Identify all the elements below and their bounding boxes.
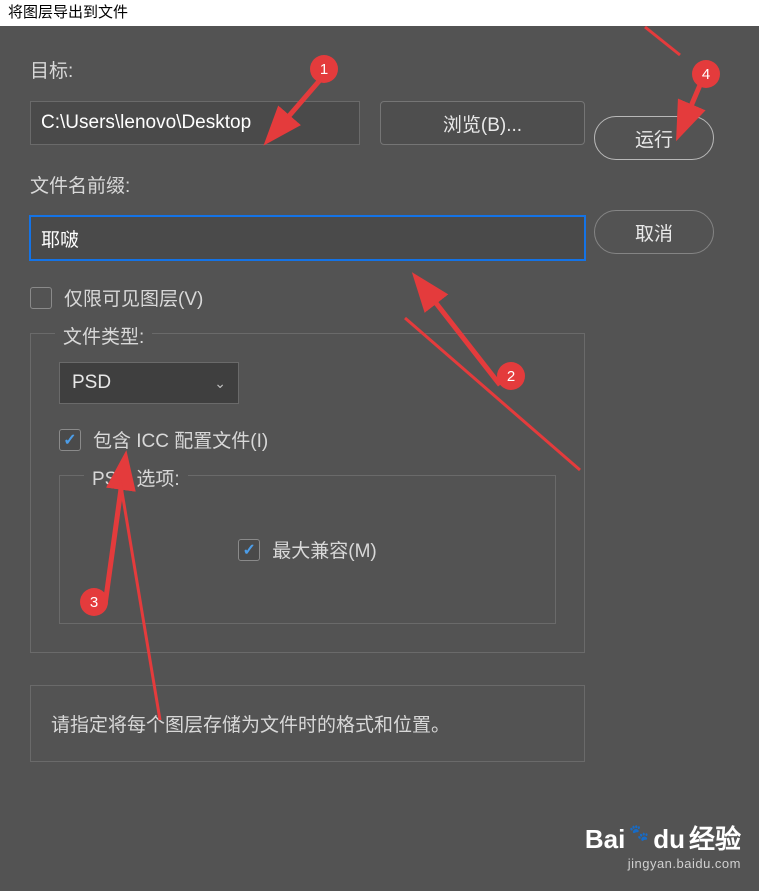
- browse-button[interactable]: 浏览(B)...: [380, 101, 585, 145]
- target-path-input[interactable]: [30, 101, 360, 145]
- file-type-legend: 文件类型:: [55, 322, 152, 349]
- annotation-marker-2: 2: [497, 362, 525, 390]
- annotation-marker-3: 3: [80, 588, 108, 616]
- right-panel: 运行 取消: [594, 56, 724, 278]
- watermark-brand2: du: [653, 824, 685, 855]
- max-compat-row: 最大兼容(M): [88, 536, 527, 563]
- psd-options-fieldset: PSD 选项: 最大兼容(M): [59, 475, 556, 624]
- watermark-url: jingyan.baidu.com: [585, 856, 741, 871]
- icc-label: 包含 ICC 配置文件(I): [93, 426, 268, 453]
- annotation-marker-4: 4: [692, 60, 720, 88]
- visible-only-checkbox[interactable]: [30, 287, 52, 309]
- prefix-label: 文件名前缀:: [30, 171, 585, 198]
- cancel-button[interactable]: 取消: [594, 210, 714, 254]
- icc-row: 包含 ICC 配置文件(I): [59, 426, 556, 453]
- max-compat-checkbox[interactable]: [238, 539, 260, 561]
- run-button[interactable]: 运行: [594, 116, 714, 160]
- prefix-input[interactable]: [30, 216, 585, 260]
- watermark-brand: Bai: [585, 824, 625, 855]
- visible-only-label: 仅限可见图层(V): [64, 284, 203, 311]
- left-panel: 目标: 浏览(B)... 文件名前缀: 仅限可见图层(V) 文件类型: PSD …: [30, 56, 585, 762]
- file-type-value: PSD: [72, 372, 111, 394]
- target-label: 目标:: [30, 56, 585, 83]
- dialog-body: 目标: 浏览(B)... 文件名前缀: 仅限可见图层(V) 文件类型: PSD …: [0, 26, 759, 86]
- annotation-marker-1: 1: [310, 55, 338, 83]
- icc-checkbox[interactable]: [59, 429, 81, 451]
- psd-options-legend: PSD 选项:: [84, 464, 188, 491]
- dialog-title: 将图层导出到文件: [0, 0, 759, 26]
- footer-instructions: 请指定将每个图层存储为文件时的格式和位置。: [30, 685, 585, 762]
- max-compat-label: 最大兼容(M): [272, 536, 376, 563]
- paw-icon: 🐾: [629, 823, 649, 843]
- watermark-cn: 经验: [689, 819, 741, 856]
- file-type-dropdown[interactable]: PSD ⌄: [59, 362, 239, 404]
- visible-only-row: 仅限可见图层(V): [30, 284, 585, 311]
- watermark: Bai🐾du 经验 jingyan.baidu.com: [585, 819, 741, 871]
- chevron-down-icon: ⌄: [214, 375, 226, 392]
- target-row: 浏览(B)...: [30, 101, 585, 145]
